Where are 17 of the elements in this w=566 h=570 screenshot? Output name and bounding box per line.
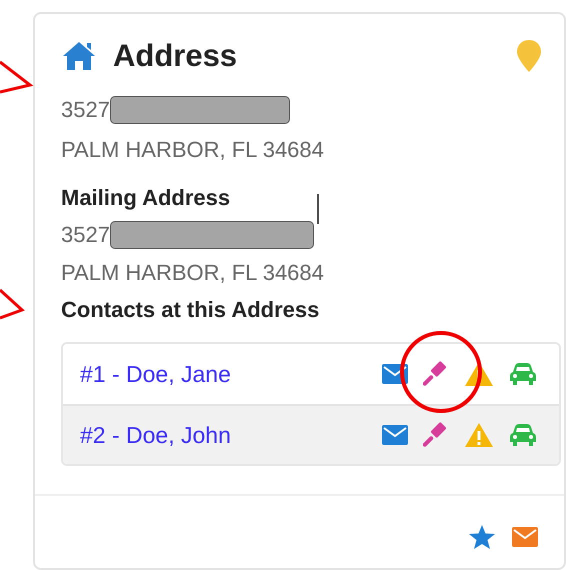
street-address: 3527 [61, 221, 110, 249]
gavel-icon[interactable] [423, 361, 449, 387]
city-state-zip: PALM HARBOR, FL 34684 [61, 259, 324, 287]
envelope-icon[interactable] [512, 527, 538, 547]
card-title: Address [113, 38, 238, 74]
contact-link[interactable]: #1 - Doe, Jane [80, 360, 382, 388]
envelope-icon[interactable] [382, 425, 408, 445]
section-heading: Mailing Address [61, 184, 230, 212]
city-state-zip: PALM HARBOR, FL 34684 [61, 136, 324, 164]
car-icon[interactable] [509, 362, 537, 386]
star-icon[interactable] [468, 524, 496, 550]
car-icon[interactable] [509, 423, 537, 447]
section-heading: Contacts at this Address [61, 296, 320, 324]
home-icon [61, 40, 97, 72]
text-cursor [317, 194, 319, 224]
gavel-icon[interactable] [423, 422, 449, 448]
street-address: 3527 [61, 96, 110, 124]
